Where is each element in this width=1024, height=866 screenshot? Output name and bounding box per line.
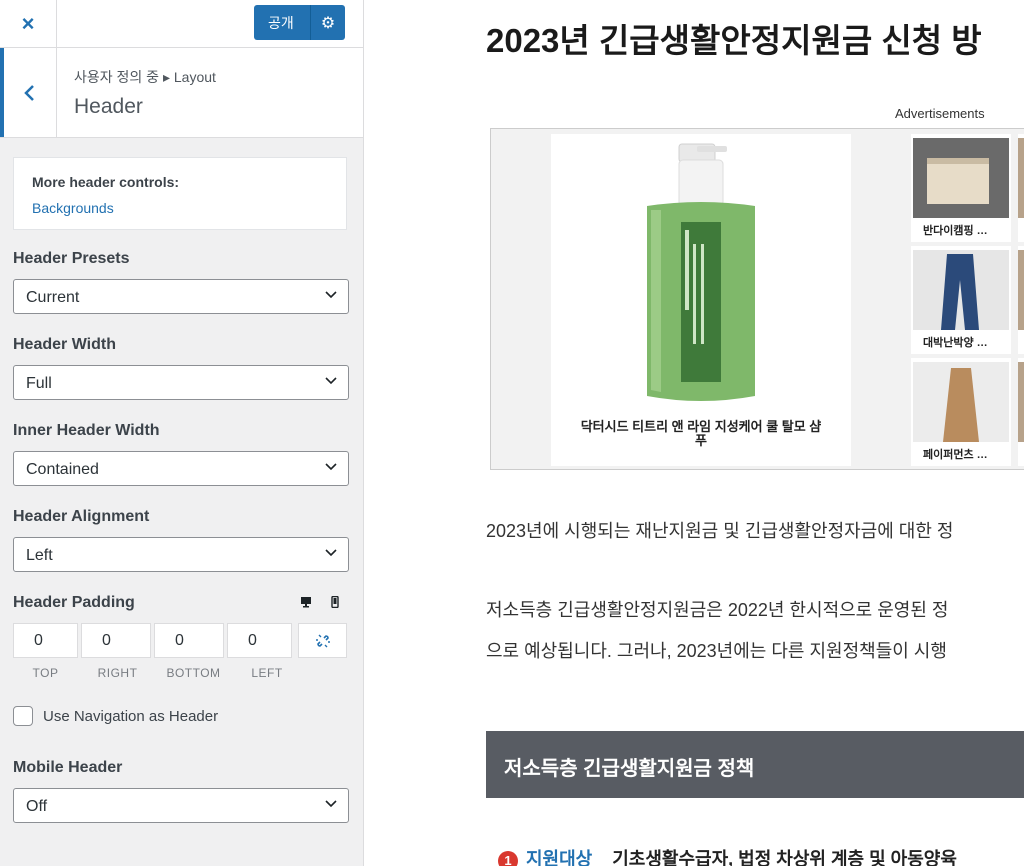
chevron-down-icon	[325, 377, 337, 385]
number-badge: 1	[498, 851, 518, 866]
ad-unit[interactable]: 닥터시드 티트리 앤 라임 지성케어 쿨 탈모 샴 푸 반다이캠핑 … 대박난박…	[490, 128, 1024, 470]
padding-right-input[interactable]: 0	[81, 623, 151, 658]
header-width-label: Header Width	[13, 336, 116, 353]
partial-image	[1018, 250, 1024, 330]
inner-header-width-select[interactable]: Contained	[13, 451, 349, 486]
breadcrumb: 사용자 정의 중 ▸ Layout	[74, 69, 216, 85]
paragraph-1: 2023년에 시행되는 재난지원금 및 긴급생활안정자금에 대한 정	[486, 521, 954, 541]
padding-right-label: RIGHT	[97, 666, 138, 680]
back-icon[interactable]	[0, 48, 57, 137]
chevron-down-icon	[325, 291, 337, 299]
ad-thumb[interactable]: 반다이캠핑 …	[911, 134, 1011, 242]
camping-car-image	[913, 138, 1009, 218]
header-alignment-value: Left	[26, 547, 53, 564]
header-width-value: Full	[26, 375, 52, 392]
ad-main-caption-line2: 푸	[695, 433, 707, 448]
mobile-header-label: Mobile Header	[13, 759, 123, 776]
padding-labels: TOP RIGHT BOTTOM LEFT	[13, 666, 301, 680]
gear-icon[interactable]: ⚙	[311, 13, 345, 33]
customizer-sidebar: × 공개 ⚙ 사용자 정의 중 ▸ Layout Header More hea…	[0, 0, 364, 866]
section-title: Header	[74, 95, 143, 118]
section-header: 사용자 정의 중 ▸ Layout Header	[0, 48, 363, 138]
more-controls-title: More header controls:	[32, 174, 180, 190]
chevron-down-icon	[325, 800, 337, 808]
header-presets-select[interactable]: Current	[13, 279, 349, 314]
mobile-icon[interactable]	[330, 596, 340, 608]
support-target-tag: 지원대상	[526, 849, 593, 866]
chevron-down-icon	[325, 463, 337, 471]
post-title: 2023년 긴급생활안정지원금 신청 방	[486, 22, 982, 59]
section-heading: 저소득층 긴급생활지원금 정책	[504, 758, 755, 780]
header-padding-label: Header Padding	[13, 594, 135, 611]
trench-coat-image	[913, 362, 1009, 442]
header-presets-value: Current	[26, 289, 80, 306]
ad-thumb-partial[interactable]	[1018, 246, 1024, 354]
padding-bottom-input[interactable]: 0	[154, 623, 224, 658]
use-navigation-checkbox[interactable]	[13, 706, 33, 726]
more-header-controls: More header controls: Backgrounds	[13, 157, 347, 230]
ad-thumb[interactable]: 대박난박양 …	[911, 246, 1011, 354]
support-target-line: 1 지원대상 기초생활수급자, 법정 차상위 계층 및 아동양육	[498, 845, 957, 866]
ad-thumb-caption: 페이퍼먼츠 …	[923, 449, 988, 461]
ad-main-caption-line1: 닥터시드 티트리 앤 라임 지성케어 쿨 탈모 샴	[580, 419, 822, 434]
ad-thumb-partial[interactable]	[1018, 358, 1024, 466]
chevron-down-icon	[325, 549, 337, 557]
device-switcher	[300, 596, 340, 608]
section-heading-bar: 저소득층 긴급생활지원금 정책	[486, 731, 1024, 798]
close-icon[interactable]: ×	[0, 0, 57, 47]
publish-label: 공개	[268, 14, 294, 31]
jeans-image	[913, 250, 1009, 330]
ad-thumb-caption: 대박난박양 …	[923, 337, 988, 349]
ad-main-product[interactable]: 닥터시드 티트리 앤 라임 지성케어 쿨 탈모 샴 푸	[551, 134, 851, 466]
header-alignment-label: Header Alignment	[13, 508, 150, 525]
padding-top-label: TOP	[32, 666, 59, 680]
ad-thumb[interactable]: 페이퍼먼츠 …	[911, 358, 1011, 466]
site-preview: 2023년 긴급생활안정지원금 신청 방 Advertisements 닥터시드…	[365, 0, 1024, 866]
padding-inputs: 0 0 0 0	[13, 623, 347, 658]
use-navigation-label: Use Navigation as Header	[43, 707, 219, 725]
header-width-select[interactable]: Full	[13, 365, 349, 400]
customizer-topbar: × 공개 ⚙	[0, 0, 363, 48]
partial-image	[1018, 362, 1024, 442]
paragraph-2-line1: 저소득층 긴급생활안정지원금은 2022년 한시적으로 운영된 정	[486, 600, 949, 620]
partial-image	[1018, 138, 1024, 218]
padding-left-label: LEFT	[251, 666, 283, 680]
mobile-header-value: Off	[26, 798, 48, 815]
desktop-icon[interactable]	[300, 596, 312, 608]
use-navigation-row[interactable]: Use Navigation as Header	[13, 706, 218, 726]
header-alignment-select[interactable]: Left	[13, 537, 349, 572]
mobile-header-select[interactable]: Off	[13, 788, 349, 823]
paragraph-2-line2: 으로 예상됩니다. 그러나, 2023년에는 다른 지원정책들이 시행	[486, 641, 947, 661]
publish-button[interactable]: 공개 ⚙	[254, 5, 345, 40]
padding-bottom-label: BOTTOM	[166, 666, 221, 680]
unlink-icon[interactable]	[298, 623, 347, 658]
backgrounds-link[interactable]: Backgrounds	[32, 200, 114, 216]
inner-header-width-value: Contained	[26, 461, 99, 478]
support-target-text: 기초생활수급자, 법정 차상위 계층 및 아동양육	[612, 849, 957, 866]
padding-left-input[interactable]: 0	[227, 623, 292, 658]
inner-header-width-label: Inner Header Width	[13, 422, 160, 439]
ad-thumb-partial[interactable]	[1018, 134, 1024, 242]
ad-main-caption: 닥터시드 티트리 앤 라임 지성케어 쿨 탈모 샴 푸	[551, 420, 851, 448]
ads-label: Advertisements	[895, 106, 985, 121]
shampoo-bottle-image	[647, 143, 755, 401]
padding-top-input[interactable]: 0	[13, 623, 78, 658]
ad-thumb-caption: 반다이캠핑 …	[923, 225, 988, 237]
header-presets-label: Header Presets	[13, 250, 130, 267]
